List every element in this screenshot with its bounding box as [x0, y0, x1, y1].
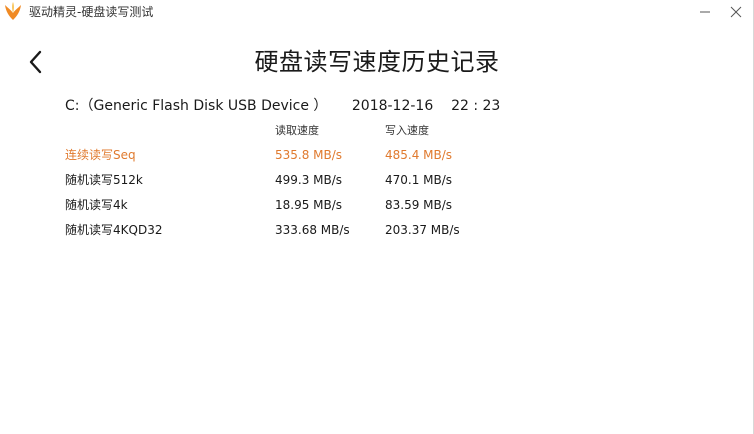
table-row: 连续读写Seq 535.8 MB/s 485.4 MB/s: [65, 146, 525, 164]
page-title: 硬盘读写速度历史记录: [254, 48, 500, 76]
write-speed-value: 203.37 MB/s: [385, 223, 460, 237]
test-date: 2018-12-16: [351, 98, 434, 114]
write-speed-value: 485.4 MB/s: [385, 148, 453, 162]
app-window: 驱动精灵-硬盘读写测试 硬盘读写速度历史记录 C:（Generic Flash …: [0, 0, 754, 434]
device-info: C:（Generic Flash Disk USB Device ） 2018-…: [65, 97, 500, 115]
test-time: 22 : 23: [451, 98, 501, 114]
read-speed-value: 499.3 MB/s: [275, 173, 343, 187]
row-label: 随机读写4k: [65, 198, 128, 212]
window-title: 驱动精灵-硬盘读写测试: [29, 5, 154, 19]
table-row: 随机读写4KQD32 333.68 MB/s 203.37 MB/s: [65, 221, 525, 239]
read-speed-header: 读取速度: [275, 124, 319, 137]
table-row: 随机读写4k 18.95 MB/s 83.59 MB/s: [65, 196, 525, 214]
table-row: 随机读写512k 499.3 MB/s 470.1 MB/s: [65, 171, 525, 189]
read-speed-value: 333.68 MB/s: [275, 223, 350, 237]
minimize-icon: [700, 11, 710, 13]
read-speed-value: 535.8 MB/s: [275, 148, 343, 162]
write-speed-value: 83.59 MB/s: [385, 198, 453, 212]
write-speed-value: 470.1 MB/s: [385, 173, 453, 187]
read-speed-value: 18.95 MB/s: [275, 198, 343, 212]
minimize-button[interactable]: [694, 2, 716, 22]
device-name: C:（Generic Flash Disk USB Device ）: [65, 98, 328, 114]
row-label: 随机读写4KQD32: [65, 223, 163, 237]
title-bar[interactable]: 驱动精灵-硬盘读写测试: [0, 0, 754, 24]
write-speed-header: 写入速度: [385, 124, 429, 137]
app-logo-icon: [3, 1, 23, 21]
row-label: 连续读写Seq: [65, 148, 136, 162]
close-icon: [730, 6, 742, 18]
close-button[interactable]: [725, 2, 747, 22]
row-label: 随机读写512k: [65, 173, 143, 187]
